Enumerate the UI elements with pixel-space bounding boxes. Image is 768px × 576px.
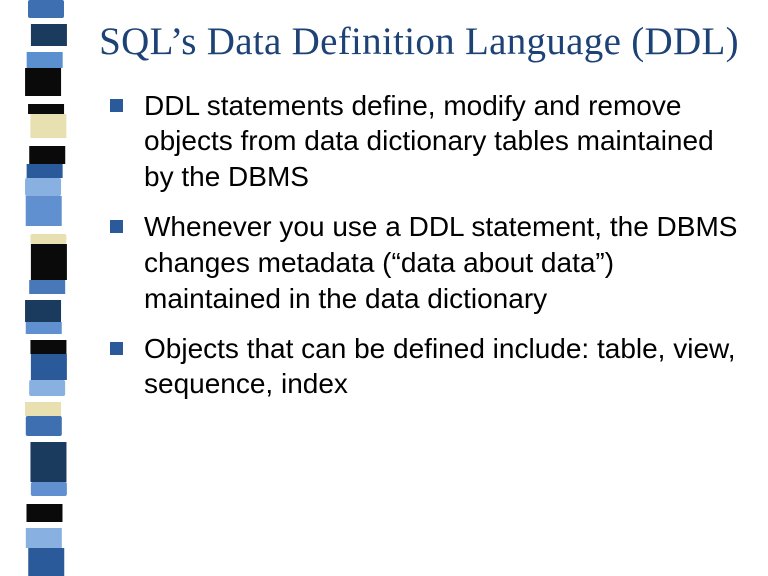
bullet-marker-icon [110,99,123,112]
bullet-item: Whenever you use a DDL statement, the DB… [110,209,748,316]
bullet-text: Whenever you use a DDL statement, the DB… [144,211,737,314]
slide-content: SQL’s Data Definition Language (DDL) DDL… [90,18,748,416]
slide-title: SQL’s Data Definition Language (DDL) [90,18,748,66]
bullet-text: Objects that can be defined include: tab… [144,333,736,400]
bullet-marker-icon [110,220,123,233]
bullet-text: DDL statements define, modify and remove… [144,90,714,193]
bullet-item: Objects that can be defined include: tab… [110,331,748,403]
decorative-strip [28,0,64,576]
bullet-item: DDL statements define, modify and remove… [110,88,748,195]
bullet-marker-icon [110,342,123,355]
bullet-list: DDL statements define, modify and remove… [90,88,748,403]
